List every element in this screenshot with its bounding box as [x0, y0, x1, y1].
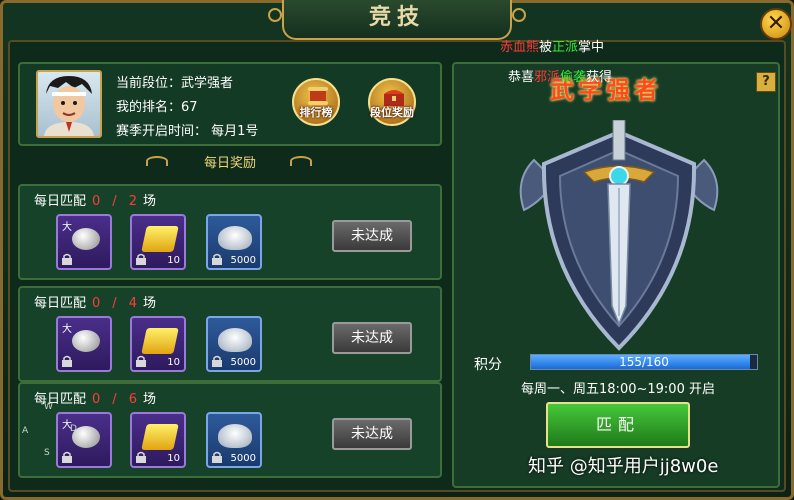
profile-panel: 当前段位：武学强者 我的排名：67 赛季开启时间： 每月1号 排行榜 段位奖励 — [18, 62, 442, 146]
leaderboard-label: 排行榜 — [299, 106, 333, 119]
item-size-tag: 大 — [62, 222, 72, 233]
lock-icon — [62, 451, 72, 463]
row-progress-total: 6 — [128, 392, 137, 407]
silver-ingot-icon — [218, 226, 252, 250]
broadcast-line-1: 赤血熊被正派掌中 — [500, 36, 604, 55]
gold-ingot-icon — [141, 226, 179, 252]
row-unit: 场 — [142, 194, 156, 209]
score-progress-bar: 155/160 — [530, 354, 758, 370]
gold-item[interactable]: 10 — [130, 214, 186, 270]
broadcast-text: 获得 — [586, 70, 613, 85]
silver-ingot-icon — [218, 328, 252, 352]
help-button[interactable]: ? — [756, 72, 776, 92]
lock-icon — [62, 355, 72, 367]
lock-icon — [136, 253, 146, 265]
avatar — [36, 70, 102, 138]
rank-reward-label: 段位奖励 — [370, 106, 414, 119]
broadcast-player-name: 赤血熊 — [500, 40, 540, 55]
pearl-item[interactable]: 大 — [56, 214, 112, 270]
watermark: 知乎 @知乎用户jj8w0e — [528, 456, 719, 477]
item-quantity: 10 — [167, 255, 180, 266]
row-progress-done: 0 — [92, 194, 101, 209]
reward-row: 每日匹配 0 / 6 场 大 10 5000 未达成 — [18, 382, 442, 478]
lock-icon — [212, 355, 222, 367]
broadcast-text: 被 — [539, 40, 553, 55]
current-rank-text: 当前段位：武学强者 — [116, 76, 234, 91]
silver-item[interactable]: 5000 — [206, 412, 262, 468]
ornament-swirl-icon — [290, 156, 312, 166]
title-ornament-left — [268, 8, 282, 22]
pearl-icon — [72, 228, 100, 250]
pearl-item[interactable]: 大 — [56, 316, 112, 372]
row-progress-total: 4 — [128, 296, 137, 311]
key-hint-s: S — [44, 448, 50, 458]
gold-ingot-icon — [141, 424, 179, 450]
row-title: 每日匹配 0 / 2 场 — [34, 190, 156, 209]
row-progress-separator: / — [112, 296, 117, 311]
season-start-text: 赛季开启时间： 每月1号 — [116, 124, 259, 139]
key-hint-a: A — [22, 426, 29, 436]
gold-ingot-icon — [141, 328, 179, 354]
row-progress-total: 2 — [128, 194, 137, 209]
row-progress-separator: / — [112, 392, 117, 407]
key-hint-d: D — [70, 424, 77, 434]
broadcast-text: 恭喜 — [508, 70, 535, 85]
title-ornament-right — [512, 8, 526, 22]
row-label: 每日匹配 — [34, 392, 87, 407]
row-progress-done: 0 — [92, 392, 101, 407]
pearl-icon — [72, 330, 100, 352]
item-quantity: 5000 — [230, 453, 256, 464]
match-button[interactable]: 匹配 — [546, 402, 690, 448]
broadcast-faction: 正派 — [552, 40, 579, 55]
broadcast-faction: 邪派 — [534, 70, 561, 85]
score-value: 155/160 — [619, 355, 669, 369]
daily-reward-header: 每日奖励 — [203, 156, 256, 171]
row-label: 每日匹配 — [34, 296, 87, 311]
row-unit: 场 — [142, 392, 156, 407]
claim-status-button[interactable]: 未达成 — [332, 220, 412, 252]
broadcast-text: 掌中 — [578, 40, 605, 55]
item-quantity: 10 — [167, 453, 180, 464]
row-unit: 场 — [142, 296, 156, 311]
reward-row: 每日匹配 0 / 2 场 大 10 5000 未达成 — [18, 184, 442, 280]
pearl-item[interactable]: 大 — [56, 412, 112, 468]
row-title: 每日匹配 0 / 4 场 — [34, 292, 156, 311]
key-hint-w: W — [44, 402, 53, 412]
lock-icon — [136, 451, 146, 463]
lock-icon — [62, 253, 72, 265]
reward-row: 每日匹配 0 / 4 场 大 10 5000 未达成 — [18, 286, 442, 382]
rank-emblem-icon — [519, 120, 719, 351]
item-size-tag: 大 — [62, 324, 72, 335]
my-ranking-text: 我的排名：67 — [116, 100, 198, 115]
item-quantity: 5000 — [230, 255, 256, 266]
match-schedule-text: 每周一、周五18:00~19:00 开启 — [521, 382, 715, 397]
rank-panel: 武学强者 ? 积分 155/160 每周一、周五18:00~19:00 开启 匹… — [452, 62, 780, 488]
broadcast-player-name: 偷袭 — [560, 70, 587, 85]
gold-item[interactable]: 10 — [130, 316, 186, 372]
silver-item[interactable]: 5000 — [206, 316, 262, 372]
lock-icon — [212, 451, 222, 463]
silver-item[interactable]: 5000 — [206, 214, 262, 270]
window-title: 竞技 — [282, 0, 512, 40]
rank-reward-button[interactable]: 段位奖励 — [368, 78, 416, 126]
lock-icon — [136, 355, 146, 367]
row-progress-done: 0 — [92, 296, 101, 311]
score-label: 积分 — [474, 357, 502, 373]
avatar-portrait-icon — [44, 76, 94, 136]
gold-item[interactable]: 10 — [130, 412, 186, 468]
silver-ingot-icon — [218, 424, 252, 448]
claim-status-button[interactable]: 未达成 — [332, 418, 412, 450]
close-button[interactable]: ✕ — [760, 8, 792, 40]
item-quantity: 10 — [167, 357, 180, 368]
row-label: 每日匹配 — [34, 194, 87, 209]
broadcast-line-2: 恭喜邪派偷袭获得 — [508, 66, 612, 85]
lock-icon — [212, 253, 222, 265]
claim-status-button[interactable]: 未达成 — [332, 322, 412, 354]
row-progress-separator: / — [112, 194, 117, 209]
item-quantity: 5000 — [230, 357, 256, 368]
leaderboard-button[interactable]: 排行榜 — [292, 78, 340, 126]
